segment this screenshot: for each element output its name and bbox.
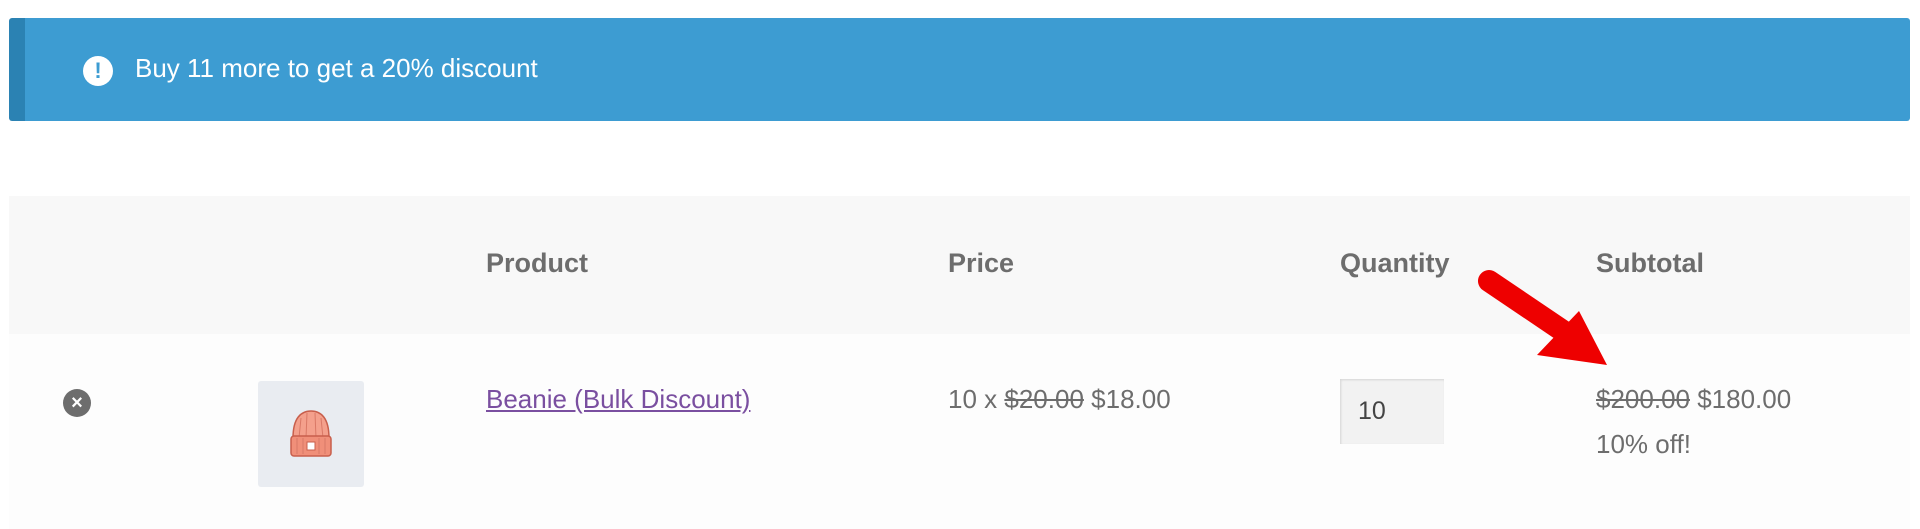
notice-message: Buy 11 more to get a 20% discount xyxy=(135,53,538,83)
remove-item-button[interactable]: × xyxy=(63,389,91,417)
price-discounted: $18.00 xyxy=(1091,384,1171,414)
exclamation-circle-icon: ! xyxy=(83,56,113,86)
price-original: $20.00 xyxy=(1004,384,1084,414)
beanie-icon xyxy=(290,410,332,457)
line-subtotal: $200.00 $180.00 xyxy=(1596,384,1791,415)
quantity-input[interactable] xyxy=(1340,379,1444,444)
unit-price: 10 x $20.00 $18.00 xyxy=(948,384,1171,415)
header-product: Product xyxy=(486,248,589,278)
subtotal-original: $200.00 xyxy=(1596,384,1690,414)
product-thumbnail[interactable] xyxy=(258,381,364,487)
price-prefix: 10 x xyxy=(948,384,998,414)
header-quantity: Quantity xyxy=(1340,248,1450,278)
header-price: Price xyxy=(948,248,1015,278)
red-arrow-icon xyxy=(1478,270,1607,365)
discount-note: 10% off! xyxy=(1596,429,1691,459)
discount-notice-banner: ! Buy 11 more to get a 20% discount xyxy=(9,18,1910,121)
subtotal-discounted: $180.00 xyxy=(1697,384,1792,414)
product-name-link[interactable]: Beanie (Bulk Discount) xyxy=(486,384,750,415)
